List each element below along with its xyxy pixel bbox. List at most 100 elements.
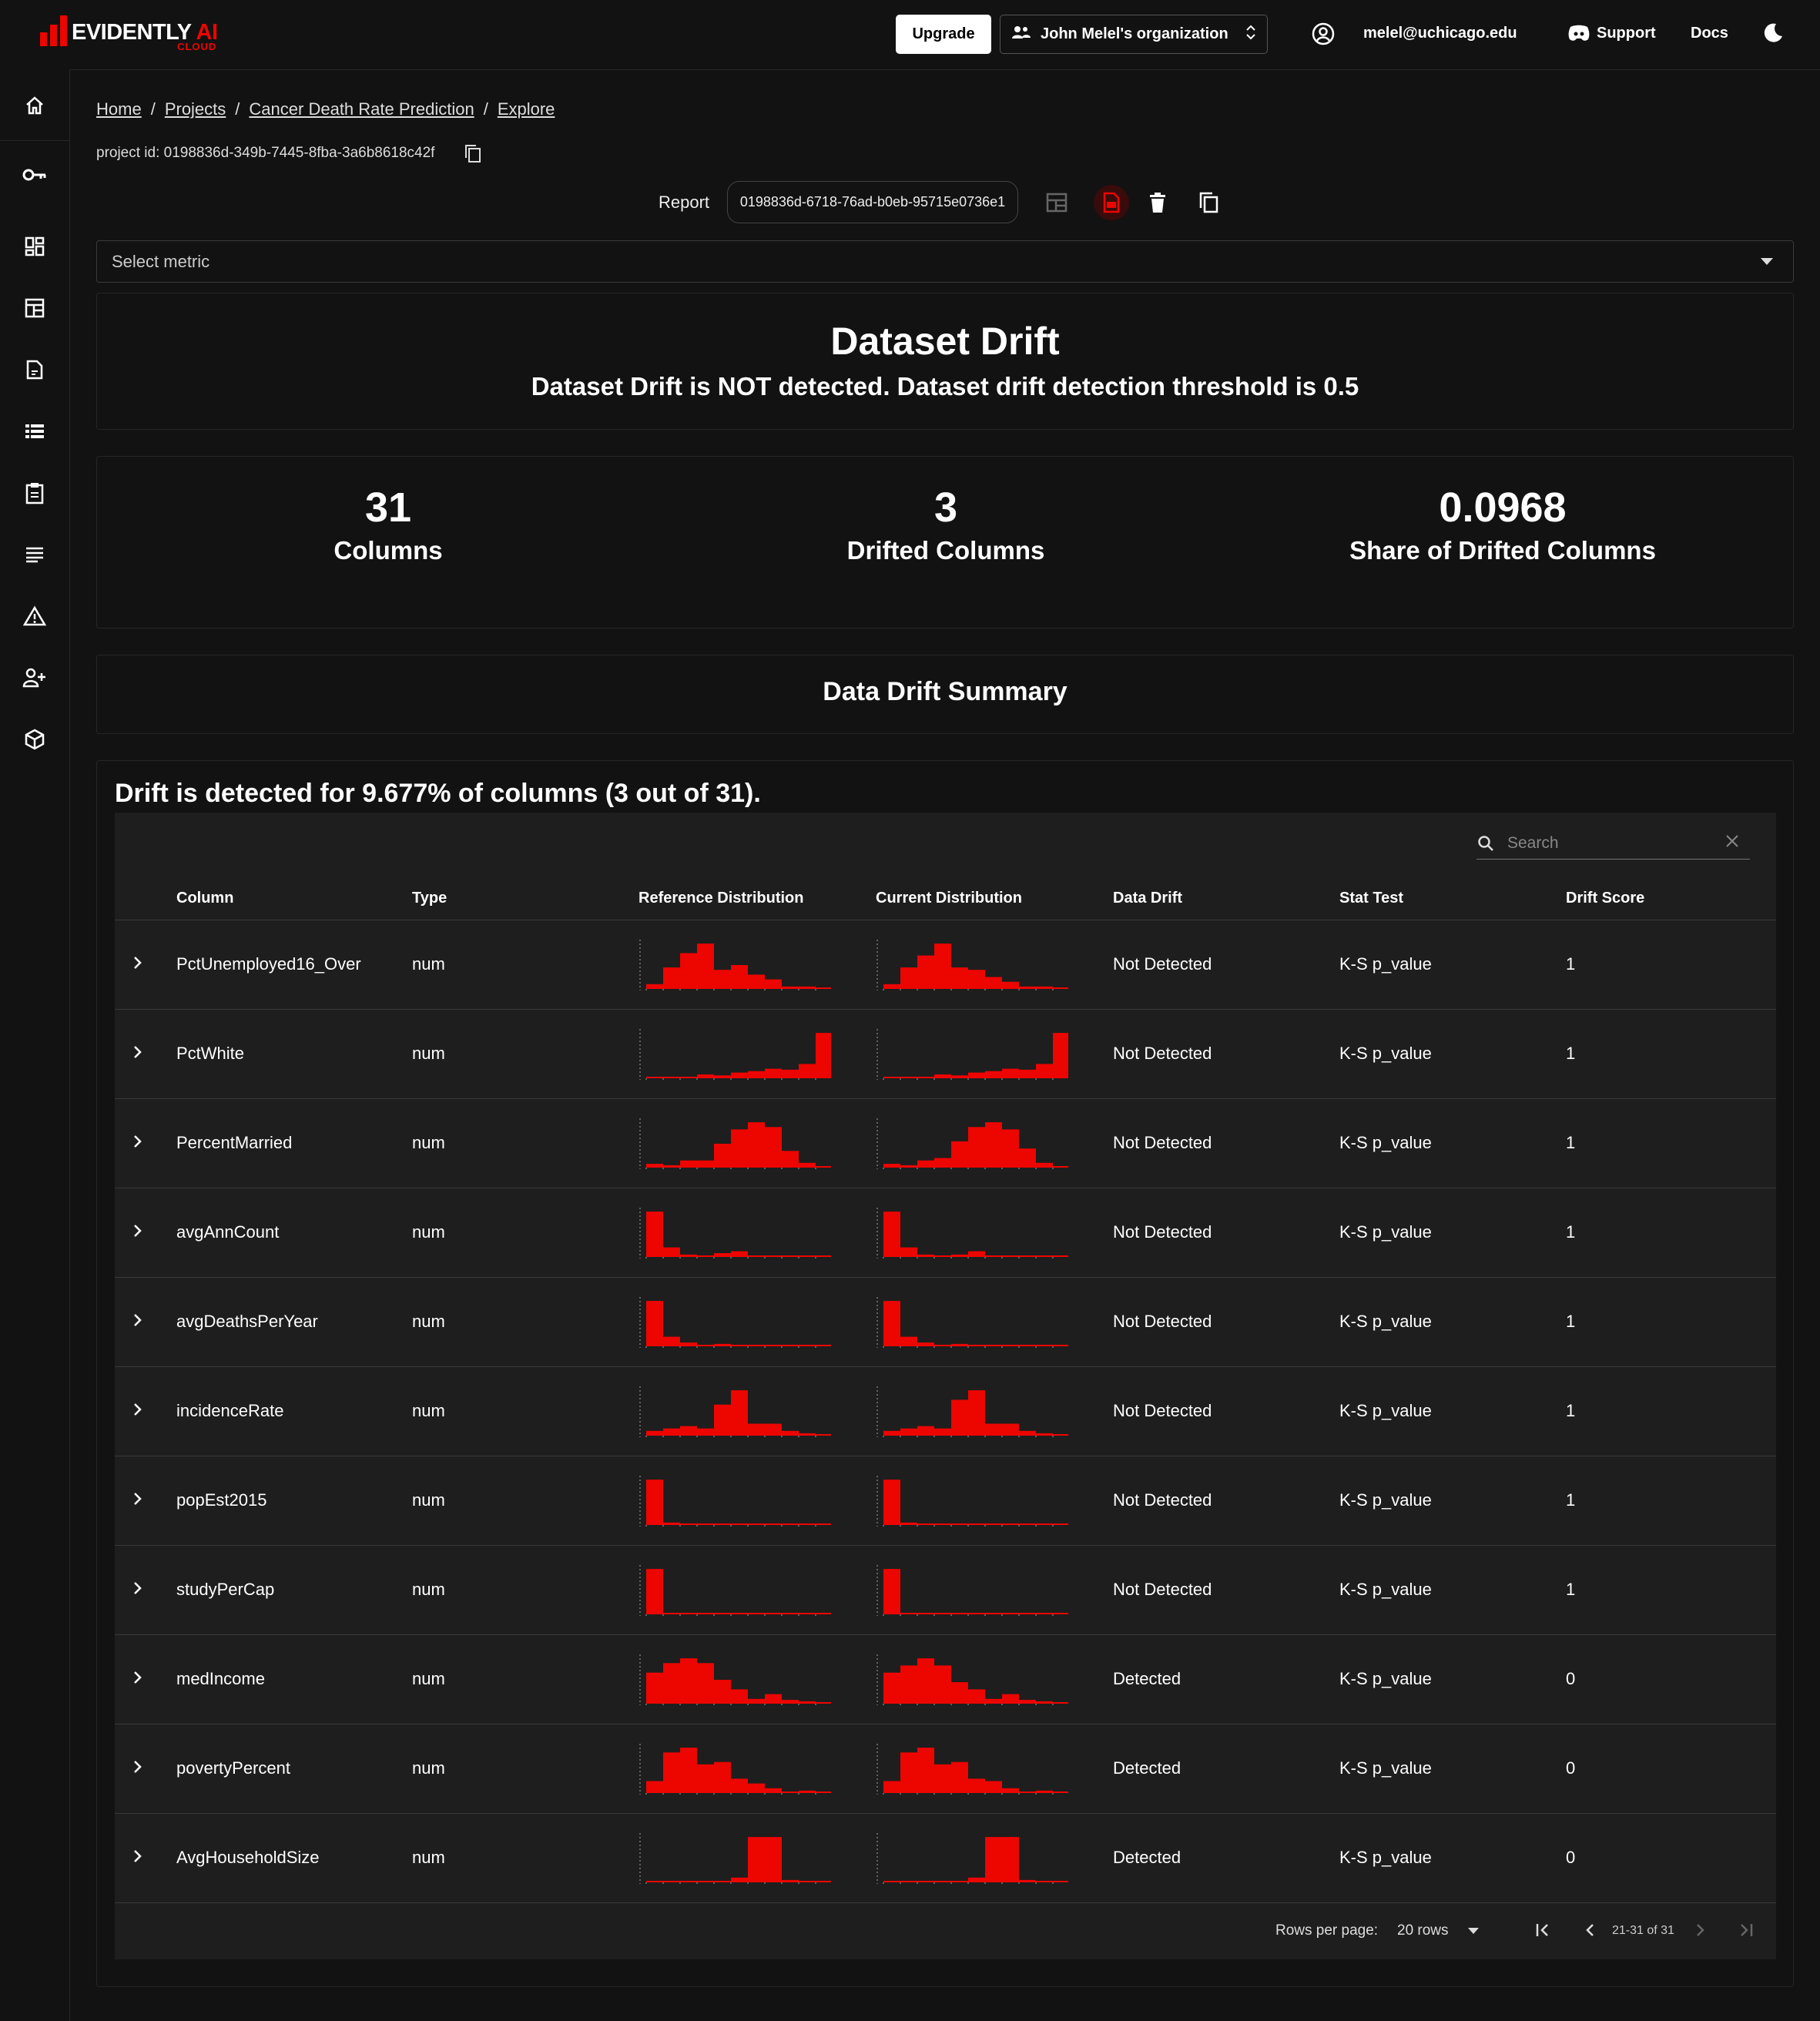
expand-chevron-icon[interactable] (132, 954, 144, 975)
histogram-bar (680, 1613, 697, 1614)
histogram-bar (748, 1783, 765, 1793)
table-row[interactable]: PctWhite num Not Detected K-S p_value 1 (115, 1010, 1776, 1099)
expand-chevron-icon[interactable] (132, 1312, 144, 1332)
header-data-drift[interactable]: Data Drift (1113, 890, 1182, 907)
report-label: Report (659, 193, 710, 212)
header-column[interactable]: Column (176, 890, 233, 907)
histogram-bar (765, 1345, 782, 1346)
alert-icon[interactable] (19, 601, 50, 632)
report-id-chip[interactable]: 0198836d-6718-76ad-b0eb-95715e0736e1 (727, 181, 1018, 223)
account-icon[interactable] (1312, 22, 1335, 45)
reference-distribution-chart (639, 1118, 833, 1169)
table-row[interactable]: incidenceRate num Not Detected K-S p_value 1 (115, 1367, 1776, 1456)
cell-type: num (412, 1669, 445, 1688)
histogram-bar (799, 1523, 816, 1525)
upgrade-button[interactable]: Upgrade (896, 15, 991, 54)
first-page-icon[interactable] (1534, 1922, 1551, 1942)
reference-distribution-chart (639, 1833, 833, 1884)
header-current-distribution[interactable]: Current Distribution (876, 890, 1022, 907)
table-row[interactable]: AvgHouseholdSize num Detected K-S p_value 0 (115, 1814, 1776, 1903)
organization-select[interactable]: John Melel's organization (1000, 15, 1268, 54)
histogram-bar (782, 1430, 799, 1436)
histogram-bar (816, 1791, 833, 1793)
cell-type: num (412, 1758, 445, 1778)
user-email[interactable]: melel@uchicago.edu (1363, 25, 1517, 42)
clipboard-icon[interactable] (19, 478, 50, 508)
histogram-bar (1002, 981, 1019, 989)
table-row[interactable]: studyPerCap num Not Detected K-S p_value 1 (115, 1546, 1776, 1635)
histogram-bar (680, 1658, 697, 1704)
lines-icon[interactable] (19, 539, 50, 570)
expand-chevron-icon[interactable] (132, 1133, 144, 1154)
rows-per-page-select[interactable]: 20 rows (1397, 1922, 1449, 1939)
expand-chevron-icon[interactable] (132, 1580, 144, 1600)
search-input[interactable]: Search (1476, 826, 1750, 860)
key-icon[interactable] (19, 159, 50, 190)
expand-chevron-icon[interactable] (132, 1848, 144, 1869)
current-distribution-chart (876, 1118, 1071, 1169)
docs-link[interactable]: Docs (1691, 25, 1728, 42)
cell-column: PercentMarried (176, 1133, 293, 1152)
header-type[interactable]: Type (412, 890, 447, 907)
histogram-bar (917, 1160, 934, 1168)
histogram-bar (646, 984, 663, 989)
package-icon[interactable] (19, 724, 50, 755)
histogram-bar (951, 1682, 968, 1704)
expand-chevron-icon[interactable] (132, 1758, 144, 1779)
breadcrumb-explore[interactable]: Explore (498, 99, 555, 119)
expand-chevron-icon[interactable] (132, 1401, 144, 1422)
stat-share-drifted: 0.0968 Share of Drifted Columns (1349, 482, 1657, 565)
document-icon[interactable] (19, 354, 50, 385)
histogram-bar (697, 1523, 714, 1525)
table-row[interactable]: medIncome num Detected K-S p_value 0 (115, 1635, 1776, 1724)
expand-chevron-icon[interactable] (132, 1490, 144, 1511)
delete-icon[interactable] (1144, 189, 1171, 216)
team-icon (1011, 25, 1031, 45)
duplicate-icon[interactable] (1195, 189, 1222, 216)
clear-search-icon[interactable] (1725, 834, 1739, 852)
breadcrumb-projects[interactable]: Projects (165, 99, 226, 119)
histogram-bar (1036, 1790, 1053, 1793)
table-row[interactable]: avgAnnCount num Not Detected K-S p_value 1 (115, 1188, 1776, 1278)
sidebar (0, 69, 70, 2021)
histogram-bar (816, 1881, 833, 1882)
cell-stat-test: K-S p_value (1339, 1758, 1432, 1778)
histogram-bar (731, 1072, 748, 1078)
support-link[interactable]: Support (1597, 25, 1656, 42)
report-icon[interactable] (19, 293, 50, 323)
header-reference-distribution[interactable]: Reference Distribution (639, 890, 803, 907)
prev-page-icon[interactable] (1583, 1922, 1598, 1942)
pdf-export-icon[interactable] (1094, 185, 1129, 220)
table-row[interactable]: povertyPercent num Detected K-S p_value 0 (115, 1724, 1776, 1814)
expand-chevron-icon[interactable] (132, 1669, 144, 1690)
logo[interactable]: EVIDENTLY AI CLOUD (40, 15, 218, 52)
histogram-bar (714, 1144, 731, 1168)
histogram-bar (1002, 1345, 1019, 1346)
current-distribution-chart (876, 1029, 1071, 1080)
dashboard-icon[interactable] (19, 231, 50, 262)
current-histogram (876, 1833, 1071, 1884)
table-row[interactable]: PctUnemployed16_Over num Not Detected K-S p… (115, 920, 1776, 1010)
histogram-bar (951, 1881, 968, 1882)
breadcrumb-home[interactable]: Home (96, 99, 142, 119)
table-row[interactable]: PercentMarried num Not Detected K-S p_value… (115, 1099, 1776, 1188)
expand-chevron-icon[interactable] (132, 1222, 144, 1243)
discord-icon[interactable] (1567, 24, 1590, 42)
select-metric-dropdown[interactable]: Select metric (96, 240, 1794, 283)
user-add-icon[interactable] (19, 662, 50, 693)
home-icon[interactable] (19, 90, 50, 121)
header-stat-test[interactable]: Stat Test (1339, 890, 1403, 907)
table-row[interactable]: popEst2015 num Not Detected K-S p_value 1 (115, 1456, 1776, 1546)
copy-project-id-icon[interactable] (464, 143, 482, 167)
histogram-bar (697, 1764, 714, 1793)
header-drift-score[interactable]: Drift Score (1566, 890, 1644, 907)
layout-icon[interactable] (1043, 189, 1071, 216)
table-row[interactable]: avgDeathsPerYear num Not Detected K-S p_val… (115, 1278, 1776, 1367)
sidebar-divider (0, 140, 69, 141)
dark-mode-icon[interactable] (1762, 22, 1784, 44)
histogram-bar (917, 1748, 934, 1793)
histogram-bar (900, 967, 917, 989)
breadcrumb-project[interactable]: Cancer Death Rate Prediction (249, 99, 474, 119)
expand-chevron-icon[interactable] (132, 1044, 144, 1064)
list-icon[interactable] (19, 416, 50, 447)
